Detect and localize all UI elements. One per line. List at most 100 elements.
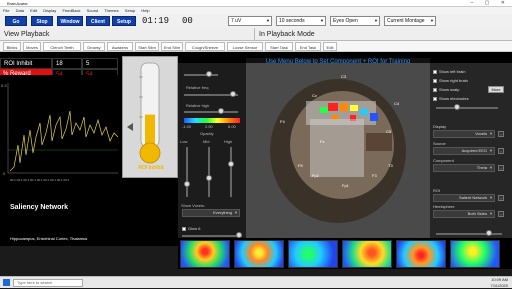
scale-min: -1.00 bbox=[182, 124, 192, 129]
roi-inhibit-label: ROI Inhibit bbox=[0, 58, 52, 69]
marker-drowsy[interactable]: Drowsy bbox=[83, 42, 105, 51]
component-select[interactable]: Theta ▼ bbox=[433, 164, 495, 172]
condition-select[interactable]: Eyes Open ▼ bbox=[330, 16, 380, 26]
high-slider-knob[interactable] bbox=[218, 108, 224, 114]
window-button[interactable]: Window bbox=[57, 16, 83, 26]
montage-select[interactable]: Current Montage ▼ bbox=[384, 16, 436, 26]
marker-blinks[interactable]: Blinks bbox=[3, 42, 21, 51]
low-opacity-slider[interactable] bbox=[186, 147, 188, 197]
show-voxels-select[interactable]: Everything ▼ bbox=[182, 209, 240, 217]
brain-view[interactable]: C3 Cz C4 F4 Fz F8 Fp2 Fp1 F3 T3 C5 bbox=[246, 63, 430, 245]
scalp-slider-track[interactable] bbox=[436, 107, 498, 109]
electrode-f3: F3 bbox=[372, 173, 377, 178]
electrode-fp2: Fp2 bbox=[312, 173, 320, 178]
source-select[interactable]: Acquired EEG ▼ bbox=[433, 147, 495, 155]
playback-mode-header: In Playback Mode bbox=[254, 28, 512, 41]
topo-map-5[interactable] bbox=[396, 240, 446, 268]
menu-feedback[interactable]: FeedBack bbox=[62, 8, 80, 13]
show-scalp-checkbox[interactable]: Show scalp bbox=[433, 87, 459, 92]
scale-mid: 2.50 bbox=[205, 124, 213, 129]
show-right-brain-checkbox[interactable]: Show right brain bbox=[433, 78, 468, 83]
electrode-cz: Cz bbox=[312, 93, 317, 98]
threshold-marker-icon[interactable] bbox=[127, 123, 133, 131]
network-info: Saliency Network Hippocampus, Entorhinal… bbox=[0, 190, 122, 246]
menu-edit[interactable]: Edit bbox=[30, 8, 37, 13]
damping-slider-track[interactable] bbox=[436, 233, 502, 235]
taskbar-search[interactable]: Type here to search bbox=[13, 279, 83, 287]
client-button[interactable]: Client bbox=[86, 16, 110, 26]
setup-button[interactable]: Setup bbox=[112, 16, 136, 26]
menu-file[interactable]: File bbox=[3, 8, 9, 13]
topo-map-6[interactable] bbox=[450, 240, 500, 268]
mid-opacity-knob[interactable] bbox=[206, 175, 212, 181]
show-voxels-label: Show Voxels: bbox=[181, 203, 206, 208]
glow-checkbox[interactable]: Glow 6 bbox=[182, 226, 200, 231]
high-slider-track[interactable] bbox=[184, 111, 238, 113]
high-opacity-knob[interactable] bbox=[228, 161, 234, 167]
relative-high-label: Relative high bbox=[186, 103, 210, 108]
damping-slider-knob[interactable] bbox=[486, 230, 492, 236]
window-length-select[interactable]: 10 seconds ▼ bbox=[276, 16, 326, 26]
marker-end-task[interactable]: End Task bbox=[295, 42, 321, 51]
x-axis-labels: 00:1 00:1 00:1 00:1 00:1 00:1 00:1 00:1 … bbox=[10, 178, 70, 182]
roi-label: ROI bbox=[433, 188, 441, 193]
show-electrodes-checkbox[interactable]: Show electrodes bbox=[433, 96, 469, 101]
marker-moves[interactable]: Moves bbox=[23, 42, 41, 51]
marker-awakens[interactable]: Awakens bbox=[107, 42, 133, 51]
relative-slider-knob[interactable] bbox=[230, 91, 236, 97]
display-next-button[interactable]: › bbox=[498, 131, 504, 137]
trend-plot: 0.3 0 00:1 00:1 00:1 00:1 00:1 00:1 00:1… bbox=[1, 83, 119, 182]
marker-clench-teeth[interactable]: Clench Teeth bbox=[43, 42, 81, 51]
menu-setup[interactable]: Setup bbox=[125, 8, 135, 13]
menu-sound[interactable]: Sound bbox=[87, 8, 99, 13]
electrode-fz: Fz bbox=[320, 139, 324, 144]
hemisphere-select[interactable]: Both Sides ▼ bbox=[433, 210, 495, 218]
component-next-button[interactable]: › bbox=[498, 165, 504, 171]
window-controls[interactable]: – ▢ ✕ bbox=[471, 0, 510, 7]
menu-display[interactable]: Display bbox=[43, 8, 56, 13]
chevron-down-icon: ▼ bbox=[489, 211, 493, 216]
chevron-down-icon: ▼ bbox=[430, 18, 434, 23]
windows-start-icon[interactable] bbox=[3, 279, 10, 286]
scalp-slider-knob[interactable] bbox=[454, 104, 460, 110]
marker-edit[interactable]: Edit bbox=[323, 42, 337, 51]
source-label: Source bbox=[433, 141, 446, 146]
component-label: Component bbox=[433, 158, 454, 163]
display-select[interactable]: Voxels ▼ bbox=[433, 130, 495, 138]
menu-data[interactable]: Data bbox=[16, 8, 24, 13]
show-left-brain-checkbox[interactable]: Show left brain bbox=[433, 69, 465, 74]
opacity-mid-label: Mid bbox=[203, 139, 210, 144]
go-button[interactable]: Go bbox=[5, 16, 27, 26]
session-timer: 01:19 bbox=[142, 16, 170, 26]
thermometer-label: ROI Inhibit bbox=[138, 165, 164, 171]
chevron-down-icon: ▼ bbox=[489, 165, 493, 170]
menu-help[interactable]: Help bbox=[141, 8, 149, 13]
chevron-down-icon: ▼ bbox=[489, 195, 493, 200]
source-next-button[interactable]: › bbox=[498, 148, 504, 154]
menu-themes[interactable]: Themes bbox=[104, 8, 118, 13]
stop-button[interactable]: Stop bbox=[31, 16, 53, 26]
topo-map-2[interactable] bbox=[234, 240, 284, 268]
marker-end-stim[interactable]: End Stim bbox=[161, 42, 183, 51]
marker-loose-sensor[interactable]: Loose Sensor bbox=[227, 42, 263, 51]
freq-slider-knob[interactable] bbox=[206, 71, 212, 77]
marker-start-stim[interactable]: Start Stim bbox=[135, 42, 159, 51]
glow-slider-track[interactable] bbox=[182, 235, 242, 237]
marker-start-task[interactable]: Start Task bbox=[265, 42, 293, 51]
high-opacity-slider[interactable] bbox=[230, 147, 232, 197]
roi-next-button[interactable]: › bbox=[498, 195, 504, 201]
low-opacity-knob[interactable] bbox=[184, 181, 190, 187]
topo-map-4[interactable] bbox=[342, 240, 392, 268]
roi-select[interactable]: Salient Network ▼ bbox=[433, 194, 495, 202]
opacity-low-label: Low bbox=[180, 139, 188, 144]
topo-map-1[interactable] bbox=[180, 240, 230, 268]
electrode-f4: F4 bbox=[280, 119, 285, 124]
marker-cough-sneeze[interactable]: Cough/Sneeze bbox=[185, 42, 225, 51]
more-button[interactable]: More bbox=[488, 86, 504, 93]
elapsed-timer: 00 bbox=[182, 16, 193, 26]
scale-select[interactable]: 7 uV ▼ bbox=[228, 16, 272, 26]
mid-opacity-slider[interactable] bbox=[208, 147, 210, 197]
freq-slider-track[interactable] bbox=[184, 74, 218, 76]
hemisphere-next-button[interactable]: › bbox=[498, 211, 504, 217]
topo-map-3[interactable] bbox=[288, 240, 338, 268]
